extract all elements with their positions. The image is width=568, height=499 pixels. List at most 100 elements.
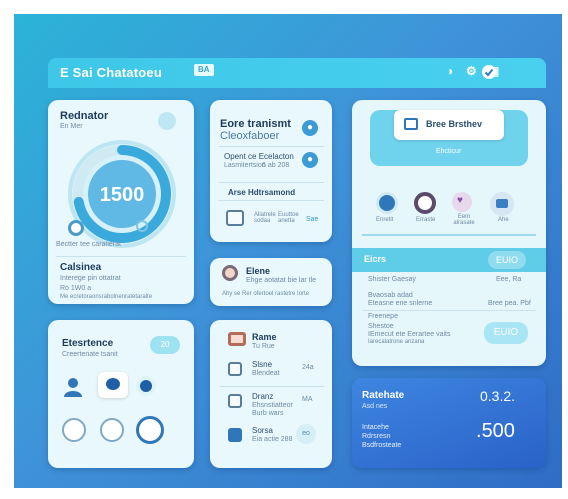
elene-card: Elene Ehge aotatat bie lar tle Ahy se Re…: [210, 258, 332, 306]
item-title: Dranz: [252, 392, 274, 401]
list-row-label: Iarecalatrone anzana: [368, 339, 425, 345]
card-subtitle: Tu Rue: [252, 343, 275, 350]
line-3: Bsdfrosteate: [362, 442, 402, 449]
stat-2: Euuttoe anetta: [278, 212, 299, 224]
gauge-caption: Bectter tee caratierat: [56, 241, 121, 248]
section-line-1: Interege pin ottatrat: [60, 275, 121, 282]
value-top: 0.3.2.: [480, 388, 516, 404]
presence-card: Etesrtence Creertenate tsanit 20: [48, 320, 194, 468]
rate-card: Ratehate Asd nes 0.3.2. Intacehe Rdrsres…: [352, 378, 546, 468]
status-ring-icon[interactable]: [136, 376, 156, 396]
item-icon[interactable]: [228, 394, 242, 408]
list-row-value: Eee, Ra: [496, 276, 522, 283]
user-icon[interactable]: [62, 376, 84, 398]
heart-icon[interactable]: [376, 192, 398, 214]
item-right: MA: [302, 396, 313, 403]
divider: [218, 146, 324, 147]
divider: [56, 256, 186, 257]
bottom-pill-button[interactable]: EUIO: [484, 322, 528, 344]
card-title: Etesrtence: [62, 338, 114, 349]
device-icon[interactable]: [226, 210, 244, 226]
header-chip[interactable]: BA: [194, 64, 214, 76]
gauge: 1500: [68, 140, 176, 248]
list-row-label: Shister Gaesay: [368, 276, 416, 283]
row-sub: Lasmitertsion: [224, 162, 266, 169]
doc-icon: [404, 118, 418, 130]
icon-label: Eem alrasate: [453, 214, 475, 226]
list-header-label: Eicrs: [364, 254, 387, 264]
transmit-card: Eore tranismt Cleoxfaboer ● Opent ce Ece…: [210, 100, 332, 242]
toggle-button[interactable]: 20: [150, 336, 180, 354]
line-2: Rdrsresn: [362, 433, 391, 440]
primary-button[interactable]: Bree Brsthev: [394, 110, 504, 140]
refresh-icon[interactable]: [158, 112, 176, 130]
section-title: Calsinea: [60, 262, 102, 273]
camera-icon[interactable]: [222, 265, 238, 281]
card-subtitle: Cleoxfaboer: [220, 130, 280, 142]
options-icon[interactable]: [100, 418, 124, 442]
info-icon[interactable]: ●: [302, 120, 318, 136]
card-title: Ratehate: [362, 390, 405, 401]
card-title: Rame: [252, 332, 277, 342]
card-title: Elene: [246, 266, 271, 276]
section-line-2: Ro 1W0 a: [60, 285, 92, 292]
item-sub: Eia actie 288: [252, 436, 293, 443]
primary-button-label: Bree Brsthev: [426, 119, 483, 129]
item-sub: Ehsnstiatteor: [252, 402, 293, 409]
card-line-2: Ahy se Rer ofertoel rastetre Iorte: [222, 291, 310, 297]
frame-card: Rame Tu Rue Slsne Blendeat 24a Dranz Ehs…: [210, 320, 332, 468]
item-icon[interactable]: [228, 362, 242, 376]
target-icon[interactable]: [68, 220, 84, 236]
list-header-pill[interactable]: EUIO: [488, 251, 526, 269]
card-subtitle: Asd nes: [362, 403, 388, 410]
circle-icon[interactable]: [136, 220, 148, 232]
item-sub: Blendeat: [252, 370, 280, 377]
item-right-button[interactable]: eo: [296, 424, 316, 444]
divider: [218, 182, 324, 183]
card-subtitle: En Mer: [60, 123, 83, 130]
item-sub2: Burb wars: [252, 410, 284, 417]
toggle-icon[interactable]: ◑: [446, 64, 453, 78]
icon-label: Ahe: [498, 217, 509, 223]
row-label: Arse Hdtrsamond: [228, 188, 296, 197]
value-big-number: 500: [481, 420, 515, 442]
section-line-3: Me ecretoraonsrabolnenratetaralte: [60, 294, 153, 300]
list-row-value: Bree pea. Pbf: [488, 300, 531, 307]
item-right: 24a: [302, 364, 314, 371]
list-row-label: Freenepe: [368, 313, 398, 320]
divider: [362, 234, 536, 236]
icon-label: Erraste: [416, 217, 436, 223]
row-date: 6 ab 208: [262, 162, 290, 169]
card-subtitle: Creertenate tsanit: [62, 351, 118, 358]
hero-sub-label: Ehcticur: [436, 148, 462, 155]
item-title: Slsne: [252, 360, 273, 369]
stat-1: Aliatrele sodaa: [254, 212, 276, 224]
card-icon[interactable]: [490, 192, 514, 216]
favorite-icon[interactable]: ♥: [452, 192, 472, 212]
list-row-label: Bvaosab adad: [368, 292, 413, 299]
value-big: .500: [476, 420, 515, 442]
list-row-label: IEmecut ete Eerartee vaits: [368, 331, 451, 338]
item-title: Sorsa: [252, 426, 273, 435]
detail-card: Bree Brsthev Ehcticur ♥ Enretit Erraste …: [352, 100, 546, 366]
gauge-card: Rednator En Mer 1500 Bectter tee caratie…: [48, 100, 194, 304]
list-header: Eicrs EUIO: [352, 248, 546, 272]
chat-icon[interactable]: [98, 372, 128, 398]
list-row-label: Eteasne ene snlerne: [368, 300, 433, 307]
settings-icon[interactable]: ⚙: [466, 64, 477, 78]
phone-icon[interactable]: [62, 418, 86, 442]
card-title: Eore tranismt: [220, 118, 291, 130]
icon-label: Enretit: [376, 217, 394, 223]
message-icon[interactable]: [136, 416, 164, 444]
item-icon[interactable]: [228, 428, 242, 442]
row-label: Opent ce Ecelacton: [224, 152, 294, 161]
gauge-value: 1500: [100, 184, 145, 206]
app-title: E Sai Chatatoeu: [60, 65, 162, 80]
check-icon[interactable]: [482, 65, 496, 79]
line-1: Intacehe: [362, 424, 389, 431]
action-icon[interactable]: ●: [302, 152, 318, 168]
frame-icon[interactable]: [228, 332, 246, 346]
divider: [220, 386, 324, 387]
profile-icon[interactable]: [414, 192, 436, 214]
divider: [218, 200, 324, 201]
